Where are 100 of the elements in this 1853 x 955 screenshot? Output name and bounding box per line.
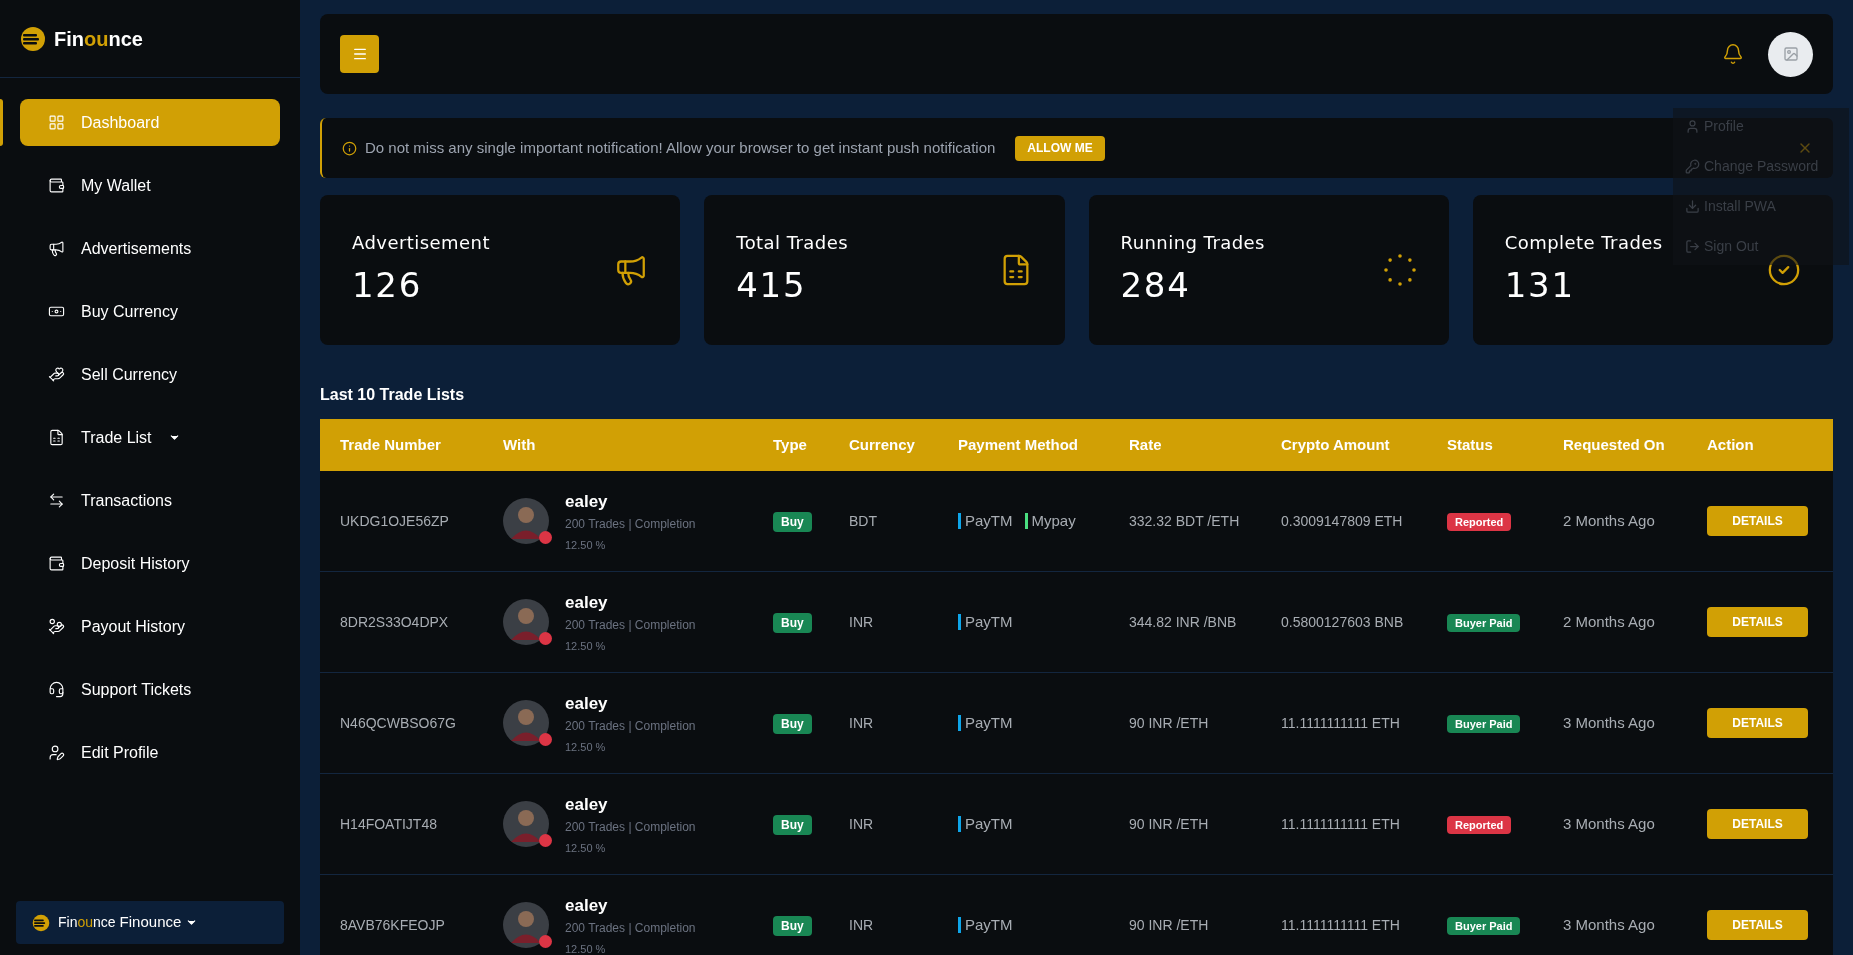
table-cell-text: INR: [849, 915, 875, 935]
avatar: [503, 599, 549, 645]
payment-method: PayTM: [958, 614, 1013, 630]
table-cell-text: INR: [849, 612, 875, 632]
type-badge: Buy: [773, 612, 812, 633]
spinner-icon: [1382, 253, 1417, 287]
sidebar-item[interactable]: Payout History: [20, 603, 280, 650]
stat-title: Complete Trades: [1504, 231, 1663, 255]
column-header: Rate: [1129, 434, 1163, 455]
column-header: Action: [1707, 434, 1755, 455]
user-icon: [1685, 119, 1700, 134]
hand-coins-icon: [48, 618, 65, 635]
sign-out-icon: [1685, 239, 1700, 254]
payment-method: PayTM: [958, 816, 1013, 832]
table-cell-text: 90 INR /ETH: [1129, 814, 1210, 834]
notification-text: Do not miss any single important notification! Allow your browser to get instant push notification: [365, 137, 996, 158]
check-circle-icon: [1767, 253, 1801, 287]
user-trades: 200 Trades | Completion: [565, 919, 696, 937]
user-trades: 200 Trades | Completion: [565, 818, 696, 836]
user-name: ealey: [565, 491, 609, 513]
stat-value: 131: [1504, 264, 1576, 307]
table-cell-text: 8DR2S33O4DPX: [340, 612, 450, 632]
user-name: ealey: [565, 592, 609, 614]
user-edit-icon: [48, 744, 65, 761]
table-cell-text: 90 INR /ETH: [1129, 713, 1210, 733]
avatar: [503, 801, 549, 847]
user-trades: 200 Trades | Completion: [565, 515, 696, 533]
table-cell-text: 11.1111111111 ETH: [1281, 915, 1401, 935]
payment-method: PayTM: [958, 513, 1013, 529]
payment-method: PayTM: [958, 715, 1013, 731]
bell-icon[interactable]: [1722, 43, 1744, 65]
sidebar-item[interactable]: Deposit History: [20, 540, 280, 587]
megaphone-icon: [48, 240, 65, 257]
column-header: Trade Number: [340, 434, 442, 455]
column-header: Currency: [849, 434, 916, 455]
wallet-icon: [48, 177, 65, 194]
table-cell-text: 3 Months Ago: [1563, 914, 1656, 935]
logo-icon: [32, 913, 50, 932]
table-cell-text: 11.1111111111 ETH: [1281, 814, 1401, 834]
sidebar-item[interactable]: Transactions: [20, 477, 280, 524]
user-name: ealey: [565, 693, 609, 715]
sidebar-item[interactable]: Sell Currency: [20, 351, 280, 398]
table-cell-text: 2 Months Ago: [1563, 611, 1656, 632]
active-indicator: [0, 99, 3, 146]
avatar-button[interactable]: [1768, 31, 1813, 77]
account-selector[interactable]: Finounce Finounce: [16, 901, 284, 944]
logo-text: Finounce: [58, 913, 116, 932]
type-badge: Buy: [773, 713, 812, 734]
sidebar-item[interactable]: Buy Currency: [20, 288, 280, 335]
table-cell-text: 11.1111111111 ETH: [1281, 713, 1401, 733]
logo-text: Finounce: [54, 26, 143, 52]
status-badge: Reported: [1447, 815, 1512, 834]
table-cell-text: 332.32 BDT /ETH: [1129, 511, 1241, 531]
table-cell-text: 3 Months Ago: [1563, 712, 1656, 733]
type-badge: Buy: [773, 814, 812, 835]
type-badge: Buy: [773, 915, 812, 936]
table-cell-text: 2 Months Ago: [1563, 510, 1656, 531]
sidebar-item[interactable]: Edit Profile: [20, 729, 280, 776]
table-cell-text: 3 Months Ago: [1563, 813, 1656, 834]
logo-icon: [20, 25, 46, 52]
table-cell-text: INR: [849, 713, 875, 733]
user-trades: 200 Trades | Completion: [565, 717, 696, 735]
stat-title: Total Trades: [736, 231, 849, 255]
avatar: [503, 902, 549, 948]
column-header: Requested On: [1563, 434, 1666, 455]
hand-icon: [48, 366, 65, 383]
sidebar-item[interactable]: Advertisements: [20, 225, 280, 272]
download-icon: [1685, 199, 1700, 214]
user-completion: 12.50 %: [565, 941, 607, 955]
sidebar-item[interactable]: Trade List: [20, 414, 280, 461]
payment-method: PayTM: [958, 917, 1013, 933]
status-badge: Buyer Paid: [1447, 916, 1521, 935]
user-completion: 12.50 %: [565, 537, 607, 553]
menu-icon: [351, 46, 368, 62]
type-badge: Buy: [773, 511, 812, 532]
stat-value: 126: [352, 264, 423, 307]
stat-title: Advertisement: [352, 231, 490, 255]
table-cell-text: 90 INR /ETH: [1129, 915, 1210, 935]
headset-icon: [48, 681, 65, 698]
user-completion: 12.50 %: [565, 840, 607, 856]
status-badge: Reported: [1447, 512, 1512, 531]
table-cell-text: 0.3009147809 ETH: [1281, 511, 1404, 531]
status-badge: Buyer Paid: [1447, 714, 1521, 733]
user-completion: 12.50 %: [565, 638, 607, 654]
stat-title: Running Trades: [1120, 231, 1265, 255]
sidebar-item[interactable]: My Wallet: [20, 162, 280, 209]
status-badge: Buyer Paid: [1447, 613, 1521, 632]
avatar: [503, 498, 549, 544]
column-header: Status: [1447, 434, 1494, 455]
wallet-icon: [48, 555, 65, 572]
table-cell-text: 344.82 INR /BNB: [1129, 612, 1238, 632]
column-header: Crypto Amount: [1281, 434, 1391, 455]
user-completion: 12.50 %: [565, 739, 607, 755]
table-cell-text: 0.5800127603 BNB: [1281, 612, 1405, 632]
table-cell-text: INR: [849, 814, 875, 834]
table-cell-text: H14FOATIJT48: [340, 814, 438, 834]
sidebar-item[interactable]: Support Tickets: [20, 666, 280, 713]
column-header: Payment Method: [958, 434, 1079, 455]
table-cell-text: 8AVB76KFEOJP: [340, 915, 446, 935]
column-header: With: [503, 434, 537, 455]
